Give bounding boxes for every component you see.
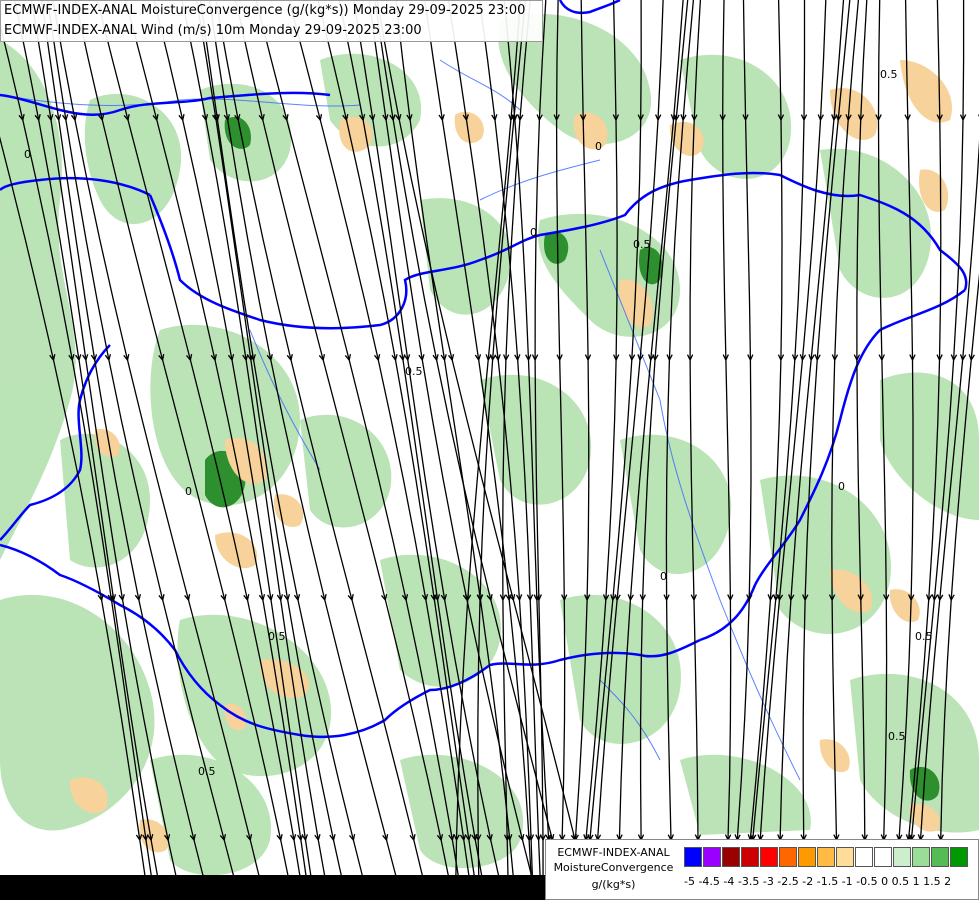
legend-unit: g/(kg*s) <box>591 878 636 891</box>
color-legend: ECMWF-INDEX-ANAL MoistureConvergence g/(… <box>545 839 979 900</box>
legend-source: ECMWF-INDEX-ANAL <box>557 846 670 859</box>
legend-swatch <box>798 847 816 867</box>
moisture-title: ECMWF-INDEX-ANAL MoistureConvergence (g/… <box>4 3 526 18</box>
legend-swatch <box>722 847 740 867</box>
contour-label: 0 <box>24 148 31 161</box>
legend-swatch <box>931 847 949 867</box>
legend-ticks: -5 -4.5 -4 -3.5 -3 -2.5 -2 -1.5 -1 -0.5 … <box>684 875 952 888</box>
contour-label: 0.5 <box>405 365 423 378</box>
legend-swatch <box>779 847 797 867</box>
map-title-box: ECMWF-INDEX-ANAL MoistureConvergence (g/… <box>0 0 543 42</box>
legend-swatch <box>855 847 873 867</box>
contour-label: 0 <box>660 570 667 583</box>
contour-label: 0.5 <box>268 630 286 643</box>
legend-swatch <box>836 847 854 867</box>
legend-swatch <box>912 847 930 867</box>
legend-swatch <box>684 847 702 867</box>
legend-swatch <box>760 847 778 867</box>
contour-label: 0.5 <box>880 68 898 81</box>
wind-title: ECMWF-INDEX-ANAL Wind (m/s) 10m Monday 2… <box>4 23 422 38</box>
contour-label: 0.5 <box>198 765 216 778</box>
contour-label: 0 <box>595 140 602 153</box>
contour-label: 0.5 <box>633 238 651 251</box>
map-bottom-strip <box>0 875 545 900</box>
contour-label: 0 <box>838 480 845 493</box>
legend-swatch <box>817 847 835 867</box>
legend-swatch <box>893 847 911 867</box>
contour-label: 0 <box>530 226 537 239</box>
weather-map[interactable]: 0 0 0 0.5 0.5 0.5 0.5 0.5 0 0 0.5 0.5 0 <box>0 0 979 900</box>
legend-swatch <box>741 847 759 867</box>
contour-label: 0.5 <box>888 730 906 743</box>
contour-label: 0 <box>185 485 192 498</box>
legend-swatch <box>874 847 892 867</box>
legend-swatch <box>950 847 968 867</box>
legend-swatch <box>703 847 721 867</box>
contour-label: 0.5 <box>915 630 933 643</box>
legend-variable: MoistureConvergence <box>553 861 674 874</box>
